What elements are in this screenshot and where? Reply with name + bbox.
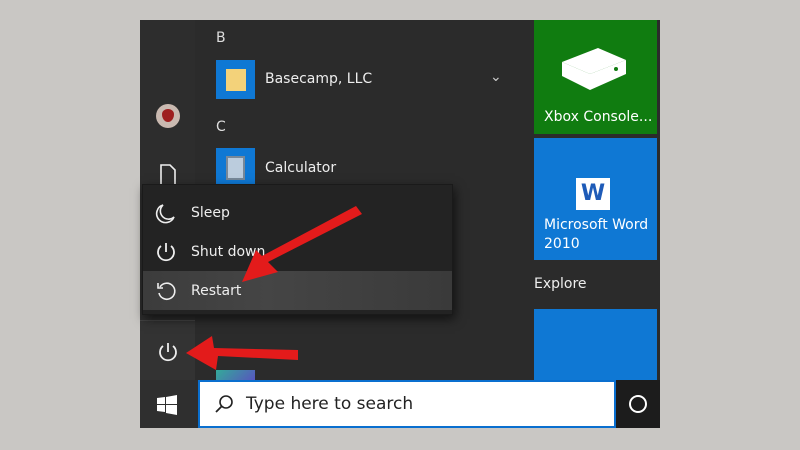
annotation-arrows xyxy=(186,206,362,370)
arrow-to-restart xyxy=(242,206,362,282)
arrow-to-power-button xyxy=(186,336,298,370)
